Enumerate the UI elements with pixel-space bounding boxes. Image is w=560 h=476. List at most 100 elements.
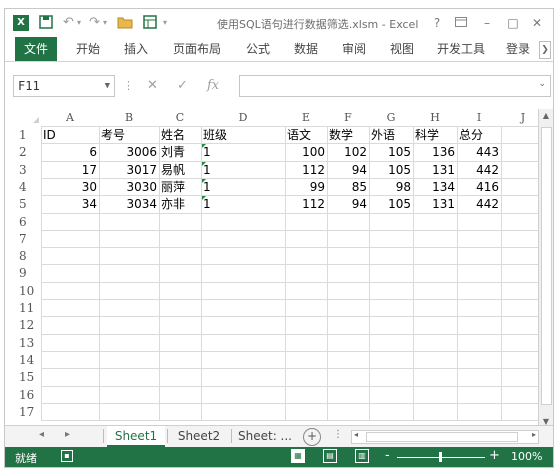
ribbon-display-options-icon[interactable] [451,14,471,32]
expand-formula-bar-icon[interactable]: ⌄ [538,79,546,89]
scroll-right-icon[interactable]: ▸ [532,430,536,439]
column-header-c[interactable]: C [159,111,201,125]
next-sheet-icon[interactable]: ▸ [65,429,70,440]
chevron-down-icon[interactable]: ▼ [105,76,110,96]
row-header-6[interactable]: 6 [5,214,39,231]
redo-icon[interactable]: ↷ [89,15,100,31]
table-cell[interactable]: 112 [285,196,327,213]
row-header-2[interactable]: 2 [5,144,39,161]
zoom-slider-thumb[interactable] [439,452,442,462]
table-cell[interactable]: 3034 [99,196,159,213]
table-cell[interactable]: 94 [327,196,369,213]
open-folder-icon[interactable] [117,15,133,31]
tab-file[interactable]: 文件 [15,37,57,61]
table-cell[interactable]: 442 [457,196,501,213]
prev-sheet-icon[interactable]: ◂ [39,429,44,440]
row-header-3[interactable]: 3 [5,162,39,179]
row-header-7[interactable]: 7 [5,231,39,248]
table-cell[interactable]: 丽萍 [159,179,201,196]
table-cell[interactable]: 102 [327,144,369,161]
tab-home[interactable]: 开始 [71,37,105,61]
horizontal-scrollbar[interactable]: ◂ ▸ [351,430,539,444]
scroll-up-icon[interactable]: ▲ [539,109,553,123]
tab-review[interactable]: 审阅 [337,37,371,61]
row-header-9[interactable]: 9 [5,265,39,282]
table-cell[interactable]: 134 [413,179,457,196]
table-cell[interactable]: 1 [201,179,285,196]
insert-function-icon[interactable]: fx [207,77,219,95]
header-cell[interactable]: 考号 [99,127,159,144]
tab-insert[interactable]: 插入 [119,37,153,61]
name-box[interactable]: F11 ▼ [13,75,115,97]
header-cell[interactable]: 班级 [201,127,285,144]
header-cell[interactable]: 总分 [457,127,501,144]
vertical-scrollbar[interactable]: ▲ ▼ [538,109,553,429]
table-cell[interactable]: 34 [41,196,99,213]
table-cell[interactable]: 94 [327,162,369,179]
enter-icon[interactable]: ✓ [177,77,188,95]
table-cell[interactable]: 刘青 [159,144,201,161]
table-cell[interactable]: 105 [369,196,413,213]
row-header-12[interactable]: 12 [5,317,39,334]
header-cell[interactable]: 数学 [327,127,369,144]
header-cell[interactable]: 科学 [413,127,457,144]
table-cell[interactable]: 1 [201,196,285,213]
page-break-preview-icon[interactable]: ▥ [355,449,369,463]
row-header-14[interactable]: 14 [5,352,39,369]
undo-icon[interactable]: ↶ [63,15,74,31]
page-layout-view-icon[interactable]: ▤ [323,449,337,463]
table-cell[interactable]: 亦非 [159,196,201,213]
save-icon[interactable] [39,15,53,31]
tab-view[interactable]: 视图 [385,37,419,61]
column-header-b[interactable]: B [99,111,159,125]
formula-bar-splitter-icon[interactable]: ⋮ [123,79,134,92]
row-header-16[interactable]: 16 [5,387,39,404]
table-cell[interactable]: 136 [413,144,457,161]
table-cell[interactable]: 3006 [99,144,159,161]
redo-dropdown-icon[interactable]: ▾ [103,15,107,31]
zoom-out-button[interactable]: - [385,448,390,463]
zoom-level[interactable]: 100% [511,450,542,463]
vertical-scroll-thumb[interactable] [541,127,552,405]
maximize-button[interactable]: □ [503,14,523,32]
tab-page-layout[interactable]: 页面布局 [167,37,227,61]
table-cell[interactable]: 17 [41,162,99,179]
minimize-button[interactable]: – [477,14,497,32]
table-cell[interactable]: 131 [413,162,457,179]
table-cell[interactable]: 3017 [99,162,159,179]
table-cell[interactable]: 1 [201,162,285,179]
row-header-8[interactable]: 8 [5,248,39,265]
table-cell[interactable]: 98 [369,179,413,196]
table-cell[interactable]: 3030 [99,179,159,196]
table-cell[interactable]: 105 [369,144,413,161]
tab-developer[interactable]: 开发工具 [433,37,489,61]
table-cell[interactable]: 6 [41,144,99,161]
row-header-15[interactable]: 15 [5,369,39,386]
table-cell[interactable]: 112 [285,162,327,179]
formula-input[interactable]: ⌄ [239,75,551,97]
table-cell[interactable]: 1 [201,144,285,161]
row-header-13[interactable]: 13 [5,335,39,352]
select-all-corner[interactable] [5,111,41,125]
header-cell[interactable]: 外语 [369,127,413,144]
row-header-10[interactable]: 10 [5,283,39,300]
scroll-left-icon[interactable]: ◂ [354,430,358,439]
zoom-in-button[interactable]: + [489,448,500,463]
sheet-tab-sheet2[interactable]: Sheet2 [169,426,229,446]
column-header-e[interactable]: E [285,111,327,125]
worksheet-grid[interactable]: A B C D E F G H I J 1 2 3 4 5 6 7 8 9 10 11 12 13 14 15 16 17 ID 考号姓… [5,111,553,423]
column-header-g[interactable]: G [369,111,413,125]
sign-in-link[interactable]: 登录 [501,37,535,61]
tab-splitter-icon[interactable]: ⋮ [333,429,343,440]
tab-formulas[interactable]: 公式 [241,37,275,61]
help-button[interactable]: ? [427,14,447,32]
macro-icon[interactable] [143,15,157,31]
close-button[interactable]: ✕ [527,14,547,32]
ribbon-scroll-icon[interactable]: ❯ [539,41,551,59]
header-cell[interactable]: ID [41,127,99,144]
sheet-tab-sheet1[interactable]: Sheet1 [107,426,165,447]
column-header-a[interactable]: A [41,111,99,125]
table-cell[interactable]: 443 [457,144,501,161]
header-cell[interactable]: 语文 [285,127,327,144]
table-cell[interactable]: 30 [41,179,99,196]
